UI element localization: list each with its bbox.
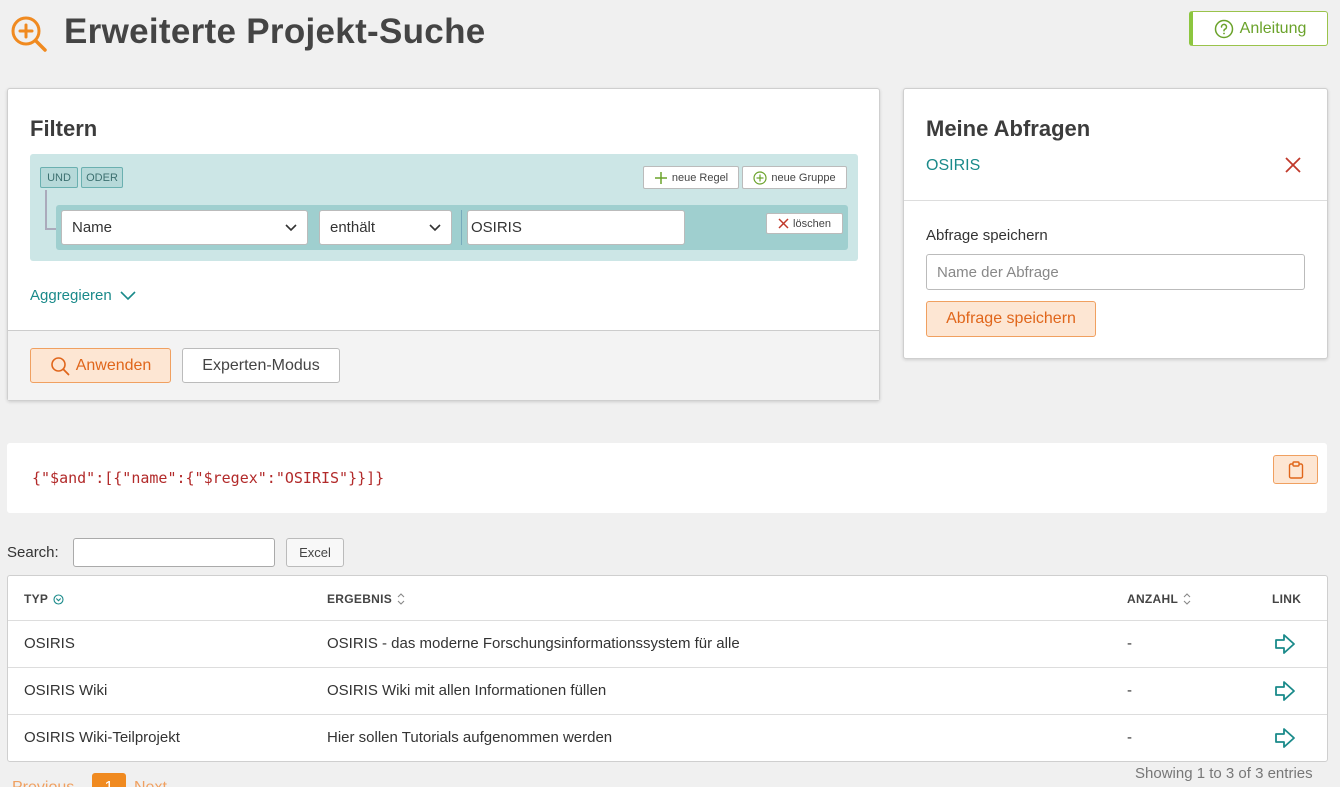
chevron-down-icon	[285, 223, 297, 231]
pagination-next[interactable]: Next	[134, 779, 167, 787]
cell-typ: OSIRIS Wiki	[24, 682, 108, 699]
saved-queries-card: Meine Abfragen OSIRIS Abfrage speichern …	[903, 88, 1328, 359]
column-header-anzahl[interactable]: ANZAHL	[1127, 592, 1191, 606]
pagination-previous[interactable]: Previous	[12, 779, 74, 787]
cond-or-button[interactable]: ODER	[81, 167, 123, 188]
cell-anzahl: -	[1127, 635, 1132, 652]
column-header-label: TYP	[24, 592, 49, 606]
queries-divider	[904, 200, 1327, 201]
query-name-input[interactable]: Name der Abfrage	[926, 254, 1305, 290]
pagination-page-current[interactable]: 1	[92, 773, 126, 787]
table-search-input[interactable]	[73, 538, 275, 567]
sort-icon	[397, 593, 405, 605]
filter-title: Filtern	[30, 116, 98, 141]
operator-select-value: enthält	[330, 219, 376, 236]
saved-query-link[interactable]: OSIRIS	[926, 157, 980, 175]
field-select[interactable]: Name	[61, 210, 308, 245]
sort-asc-icon	[53, 593, 64, 605]
copy-button[interactable]	[1273, 455, 1318, 484]
column-header-typ[interactable]: TYP	[24, 592, 64, 606]
plus-circle-icon	[753, 170, 767, 185]
apply-label: Anwenden	[75, 356, 152, 374]
saved-queries-title: Meine Abfragen	[926, 116, 1091, 141]
delete-query-icon[interactable]	[1284, 156, 1302, 174]
question-circle-icon	[1214, 19, 1233, 38]
filter-card: Filtern UND ODER neue Regel neue Gruppe …	[7, 88, 880, 401]
expert-mode-button[interactable]: Experten-Modus	[182, 348, 340, 383]
add-group-label: neue Gruppe	[771, 171, 836, 184]
save-query-label: Abfrage speichern	[926, 227, 1048, 244]
table-info: Showing 1 to 3 of 3 entries	[1135, 765, 1313, 782]
delete-rule-button[interactable]: löschen	[766, 213, 843, 234]
value-divider	[461, 210, 462, 245]
cell-typ: OSIRIS	[24, 635, 75, 652]
arrow-right-icon[interactable]	[1274, 680, 1296, 702]
cond-and-button[interactable]: UND	[40, 167, 78, 188]
arrow-right-icon[interactable]	[1274, 633, 1296, 655]
help-button[interactable]: Anleitung	[1189, 11, 1328, 46]
column-header-label: ANZAHL	[1127, 592, 1179, 606]
rule-group: UND ODER neue Regel neue Gruppe Name ent…	[30, 154, 858, 261]
operator-select[interactable]: enthält	[319, 210, 452, 245]
cell-ergebnis: OSIRIS - das moderne Forschungsinformati…	[327, 635, 740, 652]
apply-button[interactable]: Anwenden	[30, 348, 171, 383]
rule-value-text: OSIRIS	[471, 219, 522, 236]
page-title: Erweiterte Projekt-Suche	[64, 12, 486, 51]
cell-ergebnis: OSIRIS Wiki mit allen Informationen füll…	[327, 682, 607, 699]
sort-icon	[1183, 593, 1191, 605]
column-header-label: ERGEBNIS	[327, 592, 393, 606]
filter-footer: Anwenden Experten-Modus	[8, 330, 879, 400]
help-button-label: Anleitung	[1239, 19, 1307, 37]
aggregate-label: Aggregieren	[30, 287, 112, 304]
results-table: TYP ERGEBNIS ANZAHL LINK OSIRIS OSIRIS -…	[7, 575, 1328, 762]
chevron-down-icon	[429, 223, 441, 231]
cell-anzahl: -	[1127, 682, 1132, 699]
field-select-value: Name	[72, 219, 113, 236]
close-icon	[778, 218, 789, 229]
search-label: Search:	[7, 544, 59, 561]
rule-row: Name enthält OSIRIS löschen	[56, 205, 848, 250]
table-row: OSIRIS Wiki-Teilprojekt Hier sollen Tuto…	[8, 714, 1327, 761]
excel-export-button[interactable]: Excel	[286, 538, 344, 567]
cell-typ: OSIRIS Wiki-Teilprojekt	[24, 729, 180, 746]
chevron-down-icon	[120, 290, 136, 300]
query-code-box: {"$and":[{"name":{"$regex":"OSIRIS"}}]}	[7, 443, 1327, 513]
search-icon	[50, 356, 70, 375]
delete-rule-label: löschen	[793, 217, 831, 230]
table-row: OSIRIS Wiki OSIRIS Wiki mit allen Inform…	[8, 667, 1327, 714]
cell-anzahl: -	[1127, 729, 1132, 746]
add-rule-label: neue Regel	[671, 171, 729, 184]
plus-icon	[654, 171, 667, 184]
clipboard-icon	[1288, 460, 1303, 479]
save-query-button[interactable]: Abfrage speichern	[926, 301, 1096, 337]
cell-ergebnis: Hier sollen Tutorials aufgenommen werden	[327, 729, 613, 746]
aggregate-toggle[interactable]: Aggregieren	[30, 287, 136, 304]
column-header-ergebnis[interactable]: ERGEBNIS	[327, 592, 405, 606]
add-rule-button[interactable]: neue Regel	[643, 166, 739, 189]
query-name-placeholder: Name der Abfrage	[937, 263, 1059, 281]
query-code: {"$and":[{"name":{"$regex":"OSIRIS"}}]}	[32, 469, 385, 487]
arrow-right-icon[interactable]	[1274, 727, 1296, 749]
search-plus-icon	[11, 16, 47, 52]
rule-value-input[interactable]: OSIRIS	[467, 210, 685, 245]
column-header-link: LINK	[1272, 592, 1302, 606]
add-group-button[interactable]: neue Gruppe	[742, 166, 847, 189]
table-row: OSIRIS OSIRIS - das moderne Forschungsin…	[8, 620, 1327, 667]
